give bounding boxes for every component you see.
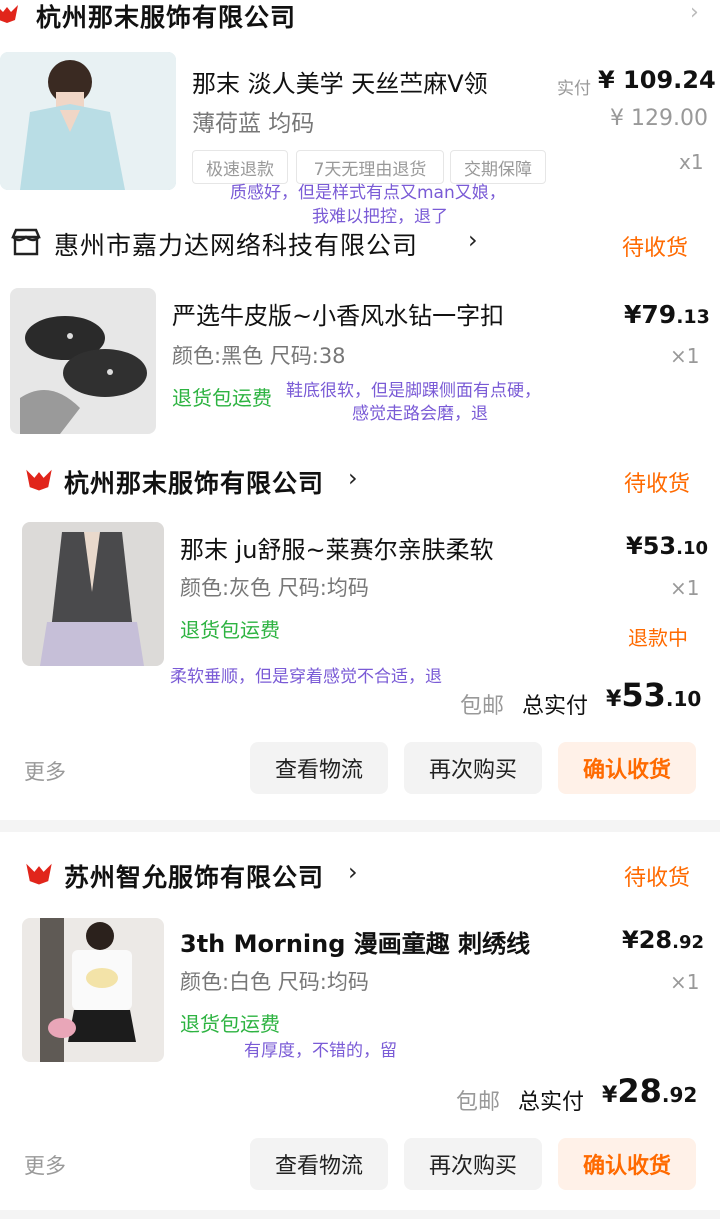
total-integer: 53 [621, 676, 666, 714]
original-price: ¥ 129.00 [610, 106, 708, 131]
more-link[interactable]: 更多 [24, 756, 66, 786]
price-integer: ¥53 [626, 532, 677, 560]
store-icon [10, 226, 42, 258]
shop-name[interactable]: 杭州那末服饰有限公司 [64, 464, 324, 500]
total-decimal: .92 [661, 1083, 698, 1107]
total-yen: ¥ [606, 687, 622, 712]
shop-logo-icon [0, 2, 20, 24]
handwritten-note: 有厚度，不错的，留 [244, 1041, 397, 1061]
more-link[interactable]: 更多 [24, 1150, 66, 1180]
product-price: ¥53.10 [626, 532, 708, 560]
product-title[interactable]: 那末 ju舒服~莱赛尔亲肤柔软 [180, 530, 494, 565]
paid-label: 实付 [557, 79, 591, 99]
price-decimal: .13 [676, 306, 710, 328]
chevron-right-icon[interactable]: › [348, 858, 358, 886]
shop-name[interactable]: 杭州那末服饰有限公司 [36, 0, 296, 34]
chevron-right-icon[interactable]: › [468, 226, 478, 254]
handwritten-note: 质感好，但是样式有点又man又娘， [230, 183, 506, 203]
product-title[interactable]: 3th Morning 漫画童趣 刺绣线 [180, 924, 530, 959]
confirm-receipt-button[interactable]: 确认收货 [558, 1138, 696, 1190]
total-yen: ¥ [602, 1083, 618, 1108]
product-title[interactable]: 严选牛皮版~小香风水钻一字扣 [172, 296, 504, 331]
product-image[interactable] [0, 52, 176, 190]
refund-status: 退款中 [628, 626, 688, 650]
price-decimal: .92 [672, 932, 704, 953]
rebuy-button[interactable]: 再次购买 [404, 742, 542, 794]
rebuy-button[interactable]: 再次购买 [404, 1138, 542, 1190]
handwritten-note: 柔软垂顺，但是穿着感觉不合适，退 [170, 667, 442, 687]
view-logistics-button[interactable]: 查看物流 [250, 742, 388, 794]
total-price: ¥53.10 [606, 676, 701, 714]
total-label: 总实付 [522, 694, 589, 719]
return-shipping-badge: 退货包运费 [172, 386, 272, 410]
free-shipping: 包邮 [456, 1090, 501, 1115]
total-integer: 28 [617, 1072, 662, 1110]
handwritten-note: 感觉走路会磨，退 [352, 404, 488, 424]
total-price: ¥28.92 [602, 1072, 697, 1110]
view-logistics-button[interactable]: 查看物流 [250, 1138, 388, 1190]
quantity: ×1 [670, 344, 700, 368]
handwritten-note: 我难以把控，退了 [312, 207, 448, 227]
product-price: ¥28.92 [622, 926, 704, 954]
return-shipping-badge: 退货包运费 [180, 618, 280, 642]
quantity: ×1 [670, 970, 700, 994]
section-divider [0, 820, 720, 832]
product-image[interactable] [22, 918, 164, 1062]
product-image[interactable] [22, 522, 164, 666]
free-shipping: 包邮 [460, 694, 505, 719]
order-status: 待收货 [624, 866, 691, 891]
confirm-receipt-button[interactable]: 确认收货 [558, 742, 696, 794]
product-price: ¥79.13 [624, 300, 710, 329]
shop-logo-icon [24, 860, 54, 886]
chevron-right-icon[interactable]: › [690, 0, 699, 25]
return-shipping-badge: 退货包运费 [180, 1012, 280, 1036]
product-image[interactable] [10, 288, 156, 434]
price-integer: ¥79 [624, 300, 677, 329]
price-decimal: .10 [676, 538, 708, 559]
shop-name[interactable]: 惠州市嘉力达网络科技有限公司 [54, 226, 418, 262]
product-title[interactable]: 那末 淡人美学 天丝苎麻V领 [192, 64, 488, 99]
section-divider [0, 1210, 720, 1219]
product-spec: 颜色:灰色 尺码:均码 [180, 576, 369, 600]
total-label: 总实付 [518, 1090, 585, 1115]
order-status: 待收货 [622, 236, 689, 261]
shop-name[interactable]: 苏州智允服饰有限公司 [64, 858, 324, 894]
chevron-right-icon[interactable]: › [348, 464, 358, 492]
product-spec: 颜色:白色 尺码:均码 [180, 970, 369, 994]
product-spec: 薄荷蓝 均码 [192, 111, 315, 137]
price-integer: ¥28 [622, 926, 673, 954]
handwritten-note: 鞋底很软，但是脚踝侧面有点硬， [286, 381, 541, 401]
quantity: x1 [679, 150, 704, 174]
quantity: ×1 [670, 576, 700, 600]
order-status: 待收货 [624, 472, 691, 497]
paid-price: ¥ 109.24 [598, 66, 716, 94]
product-spec: 颜色:黑色 尺码:38 [172, 344, 346, 368]
shop-logo-icon [24, 466, 54, 492]
total-decimal: .10 [665, 687, 702, 711]
